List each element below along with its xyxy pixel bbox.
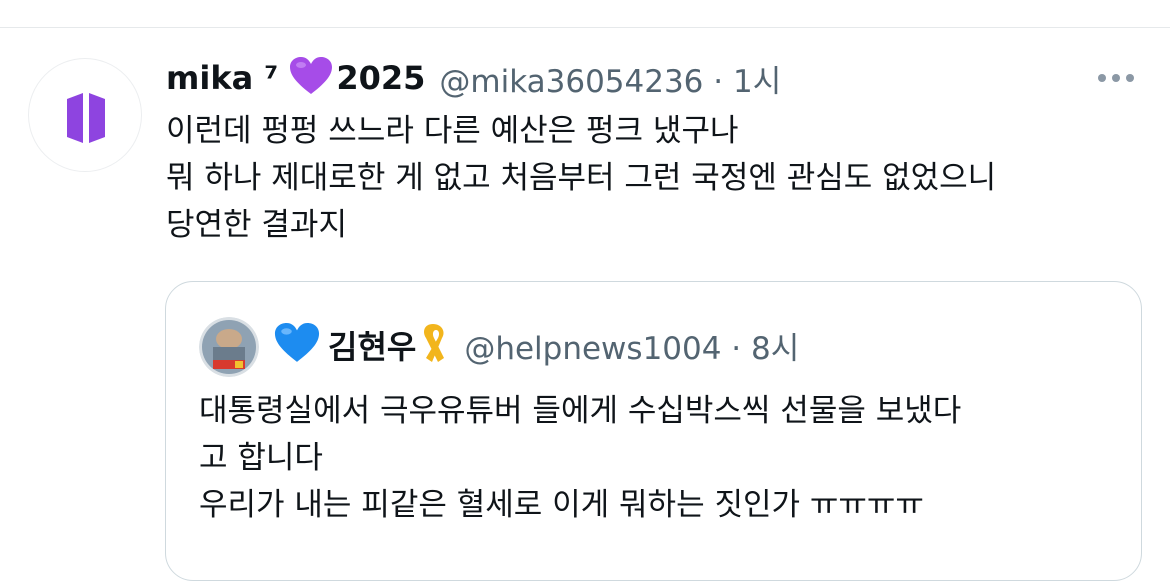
quoted-header: 김현우 @helpnews1004 · 8시 bbox=[272, 322, 799, 368]
tweet-text-line: 이런데 펑펑 쓰느라 다른 예산은 펑크 냈구나 bbox=[166, 113, 739, 149]
avatar[interactable] bbox=[28, 58, 142, 172]
tweet-header: mika ⁷ 2025 @mika36054236 · 1시 bbox=[166, 56, 781, 100]
more-options-icon[interactable] bbox=[1094, 68, 1138, 88]
tweet-text-line: 당연한 결과지 bbox=[166, 207, 347, 243]
yellow-ribbon-icon bbox=[416, 320, 450, 370]
name-suffix: 2025 bbox=[336, 59, 426, 97]
quoted-handle-timestamp[interactable]: @helpnews1004 · 8시 bbox=[464, 323, 799, 368]
quoted-text-line: 우리가 내는 피같은 혈세로 이게 뭐하는 짓인가 ㅠㅠㅠㅠ bbox=[199, 487, 924, 523]
quoted-text-line: 고 합니다 bbox=[199, 440, 323, 476]
quoted-text: 대통령실에서 극우유튜버 들에게 수십박스씩 선물을 보냈다 고 합니다 우리가… bbox=[199, 388, 1119, 529]
quoted-text-line: 대통령실에서 극우유튜버 들에게 수십박스씩 선물을 보냈다 bbox=[199, 393, 962, 429]
quoted-display-name[interactable]: 김현우 bbox=[328, 322, 416, 368]
purple-heart-icon bbox=[288, 56, 334, 100]
bts-logo-icon bbox=[67, 93, 105, 143]
quoted-avatar[interactable] bbox=[199, 317, 259, 377]
tweet-text: 이런데 펑펑 쓰느라 다른 예산은 펑크 냈구나 뭐 하나 제대로한 게 없고 … bbox=[166, 108, 1146, 249]
blue-heart-icon bbox=[272, 322, 322, 368]
tweet-text-line: 뭐 하나 제대로한 게 없고 처음부터 그런 국정엔 관심도 없었으니 bbox=[166, 160, 997, 196]
handle-timestamp[interactable]: @mika36054236 · 1시 bbox=[439, 56, 781, 101]
display-name[interactable]: mika ⁷ bbox=[166, 59, 278, 97]
